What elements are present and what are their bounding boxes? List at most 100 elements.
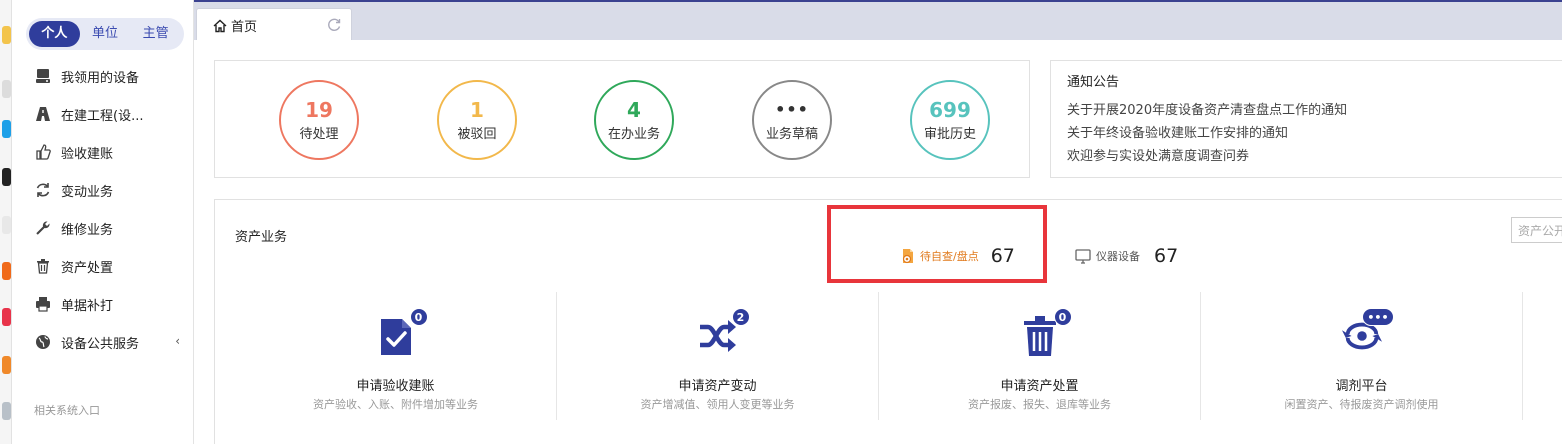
apply-asset-change-card[interactable]: 2 申请资产变动 资产增减值、领用人变更等业务 [557, 292, 879, 420]
sidebar-item-public-service[interactable]: 设备公共服务 ‹ [12, 323, 194, 361]
dock-app-icon[interactable] [2, 356, 11, 374]
action-description: 资产验收、入账、附件增加等业务 [313, 398, 478, 411]
refresh-icon[interactable] [327, 18, 341, 36]
instrument-label: 仪器设备 [1096, 250, 1140, 263]
dock-app-icon[interactable] [2, 80, 11, 98]
sidebar-item-label: 变动业务 [61, 184, 114, 200]
action-title: 申请资产处置 [1000, 379, 1079, 394]
stat-value: 19 [305, 98, 333, 122]
exchange-icon: ••• [1341, 308, 1394, 358]
globe-icon [34, 333, 52, 351]
tab-home[interactable]: 首页 [196, 8, 352, 42]
related-systems-link[interactable]: 相关系统入口 [34, 402, 100, 418]
stat-value: 4 [627, 98, 641, 122]
role-tab-supervisor[interactable]: 主管 [130, 21, 181, 47]
action-description: 闲置资产、待报废资产调剂使用 [1284, 398, 1439, 411]
notice-item[interactable]: 关于年终设备验收建账工作安排的通知 [1067, 122, 1562, 145]
badge-more: ••• [1362, 308, 1394, 326]
sidebar-item-acceptance[interactable]: 验收建账 [12, 133, 194, 171]
sidebar-item-reprint[interactable]: 单据补打 [12, 285, 194, 323]
sidebar-item-label: 资产处置 [61, 260, 114, 276]
stat-in-progress[interactable]: 4 在办业务 [594, 80, 674, 160]
badge-count: 0 [1053, 308, 1072, 326]
action-title: 调剂平台 [1335, 379, 1388, 394]
highlight-box [827, 205, 1047, 283]
stat-label: 待处理 [299, 127, 339, 142]
trash-bin-icon: 0 [1020, 308, 1072, 358]
apply-asset-disposal-card[interactable]: 0 申请资产处置 资产报废、报失、退库等业务 [879, 292, 1201, 420]
dock-app-icon[interactable] [2, 402, 11, 420]
instrument-count: 67 [1154, 245, 1179, 267]
sidebar-item-label: 设备公共服务 [61, 336, 140, 352]
wrench-icon [34, 219, 52, 237]
action-title: 申请资产变动 [678, 379, 757, 394]
stat-value: 1 [470, 98, 484, 122]
action-cards: 0 申请验收建账 资产验收、入账、附件增加等业务 2 申请资产变动 资产增减值、… [235, 292, 1535, 420]
dock-app-icon[interactable] [2, 308, 11, 326]
stat-label: 业务草稿 [765, 127, 818, 142]
dock-app-icon[interactable] [2, 216, 11, 234]
sidebar-item-label: 验收建账 [61, 146, 114, 162]
stat-label: 在办业务 [607, 127, 660, 142]
dock-app-icon[interactable] [2, 168, 11, 186]
apply-acceptance-card[interactable]: 0 申请验收建账 资产验收、入账、附件增加等业务 [235, 292, 557, 420]
app-dock [0, 0, 12, 444]
notice-title: 通知公告 [1067, 75, 1120, 90]
document-eye-icon [901, 248, 916, 264]
home-icon [213, 19, 227, 33]
chevron-left-icon[interactable]: ‹ [175, 334, 180, 348]
instrument-equipment-link[interactable]: 仪器设备 67 [1075, 245, 1178, 267]
asset-public-search-input[interactable]: 资产公开 [1511, 217, 1562, 243]
pending-count: 67 [990, 245, 1015, 267]
refresh-icon [34, 181, 52, 199]
action-description: 资产增减值、领用人变更等业务 [640, 398, 795, 411]
monitor-icon [1075, 248, 1091, 264]
notice-item[interactable]: 欢迎参与实设处满意度调查问券 [1067, 145, 1562, 168]
dock-app-icon[interactable] [2, 120, 11, 138]
sidebar: 个人 单位 主管 我领用的设备 在建工程(设... 验收建账 变动业务 维修业务… [12, 0, 194, 444]
notice-panel: 通知公告 关于开展2020年度设备资产清查盘点工作的通知 关于年终设备验收建账工… [1050, 60, 1562, 178]
more-dots-icon: ••• [775, 100, 809, 119]
sidebar-item-label: 维修业务 [61, 222, 114, 238]
sidebar-item-change[interactable]: 变动业务 [12, 171, 194, 209]
dock-app-icon[interactable] [2, 262, 11, 280]
sidebar-item-repair[interactable]: 维修业务 [12, 209, 194, 247]
stat-label: 审批历史 [923, 127, 976, 142]
adjustment-platform-card[interactable]: ••• 调剂平台 闲置资产、待报废资产调剂使用 [1201, 292, 1523, 420]
stat-label: 被驳回 [457, 127, 497, 142]
sidebar-item-disposal[interactable]: 资产处置 [12, 247, 194, 285]
sidebar-item-label: 在建工程(设... [61, 108, 144, 124]
asset-title: 资产业务 [235, 230, 288, 245]
printer-icon [34, 295, 52, 313]
stats-panel: 19 待处理 1 被驳回 4 在办业务 ••• 业务草稿 699 审批历史 [214, 60, 1030, 178]
action-description: 资产报废、报失、退库等业务 [968, 398, 1111, 411]
thumbs-up-icon [34, 143, 52, 161]
role-switcher: 个人 单位 主管 [26, 18, 184, 50]
stat-rejected[interactable]: 1 被驳回 [437, 80, 517, 160]
shuffle-icon: 2 [698, 308, 750, 358]
sidebar-item-label: 我领用的设备 [61, 70, 140, 86]
pending-inventory-link[interactable]: 待自查/盘点 67 [901, 245, 1015, 267]
action-title: 申请验收建账 [356, 379, 435, 394]
notice-item[interactable]: 关于开展2020年度设备资产清查盘点工作的通知 [1067, 99, 1562, 122]
asset-business-panel: 资产业务 待自查/盘点 67 仪器设备 67 资产公开 0 申请验收建账 资产验… [214, 199, 1562, 444]
pending-label: 待自查/盘点 [920, 250, 979, 263]
stat-pending[interactable]: 19 待处理 [279, 80, 359, 160]
tab-bar: 首页 [194, 0, 1562, 42]
sidebar-item-label: 单据补打 [61, 298, 114, 314]
sidebar-item-my-equipment[interactable]: 我领用的设备 [12, 57, 194, 95]
sidebar-item-construction[interactable]: 在建工程(设... [12, 95, 194, 133]
badge-count: 2 [731, 308, 750, 326]
stat-history[interactable]: 699 审批历史 [910, 80, 990, 160]
hard-drive-icon [34, 67, 52, 85]
role-tab-personal[interactable]: 个人 [29, 21, 80, 47]
trash-icon [34, 257, 52, 275]
sidebar-menu: 我领用的设备 在建工程(设... 验收建账 变动业务 维修业务 资产处置 单据补… [12, 57, 194, 361]
dock-app-icon[interactable] [2, 26, 11, 44]
stat-drafts[interactable]: ••• 业务草稿 [752, 80, 832, 160]
stat-value: 699 [929, 98, 971, 122]
main-content: 19 待处理 1 被驳回 4 在办业务 ••• 业务草稿 699 审批历史 通知… [194, 40, 1562, 444]
road-icon [34, 105, 52, 123]
role-tab-unit[interactable]: 单位 [80, 21, 131, 47]
tab-home-label: 首页 [231, 20, 258, 35]
